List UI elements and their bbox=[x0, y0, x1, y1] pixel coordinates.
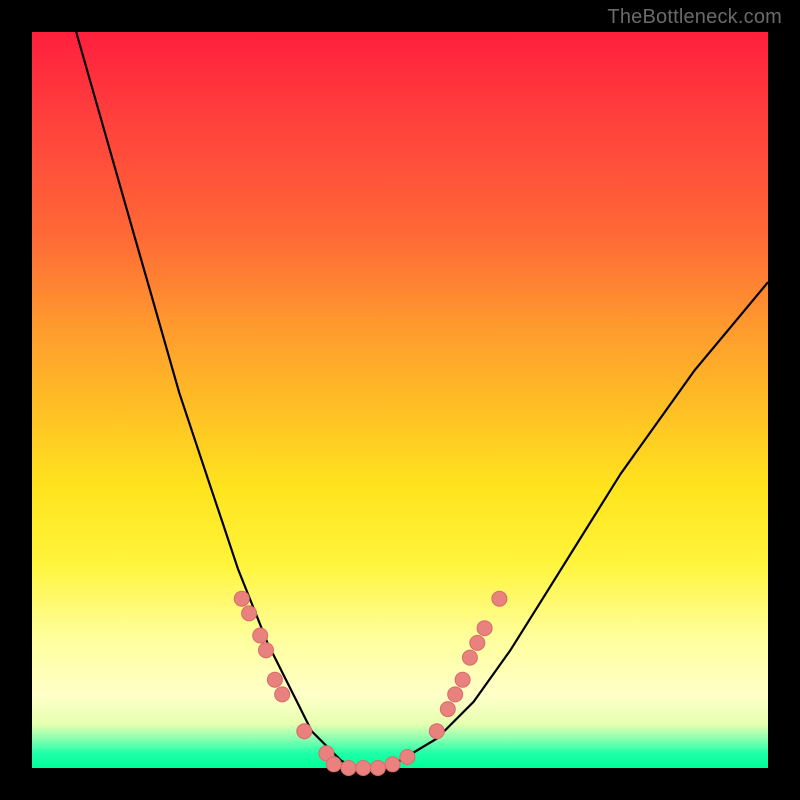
data-marker bbox=[440, 702, 455, 717]
data-marker bbox=[259, 643, 274, 658]
chart-svg bbox=[32, 32, 768, 768]
data-marker bbox=[297, 724, 312, 739]
watermark-text: TheBottleneck.com bbox=[607, 6, 782, 29]
bottleneck-curve bbox=[76, 32, 768, 768]
data-marker bbox=[470, 635, 485, 650]
data-marker bbox=[234, 591, 249, 606]
curve-group bbox=[76, 32, 768, 768]
data-marker bbox=[462, 650, 477, 665]
chart-frame: TheBottleneck.com bbox=[0, 0, 800, 800]
data-marker bbox=[326, 757, 341, 772]
data-marker bbox=[267, 672, 282, 687]
data-marker bbox=[448, 687, 463, 702]
data-marker bbox=[477, 621, 492, 636]
data-marker bbox=[275, 687, 290, 702]
marker-group bbox=[234, 591, 507, 775]
data-marker bbox=[429, 724, 444, 739]
data-marker bbox=[253, 628, 268, 643]
data-marker bbox=[400, 750, 415, 765]
data-marker bbox=[356, 761, 371, 776]
data-marker bbox=[455, 672, 470, 687]
data-marker bbox=[492, 591, 507, 606]
data-marker bbox=[242, 606, 257, 621]
data-marker bbox=[341, 761, 356, 776]
data-marker bbox=[370, 761, 385, 776]
data-marker bbox=[385, 757, 400, 772]
